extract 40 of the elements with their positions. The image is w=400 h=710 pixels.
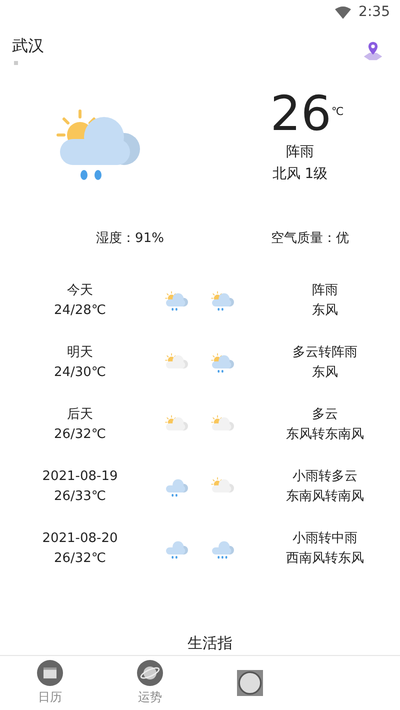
nav-tab[interactable]: 日历 bbox=[0, 656, 100, 710]
section-title: 生活指 bbox=[188, 634, 232, 652]
map-pin-icon[interactable] bbox=[362, 40, 384, 62]
nav-tab[interactable]: 运势 bbox=[100, 656, 200, 710]
sun-cloud-rain-icon bbox=[209, 352, 237, 374]
forecast-day: 2021-08-19 bbox=[42, 467, 118, 487]
forecast-temperature: 24/28℃ bbox=[54, 302, 106, 320]
air-quality-label: 空气质量：优 bbox=[270, 230, 350, 247]
wifi-icon bbox=[334, 6, 351, 18]
forecast-temperature: 26/33℃ bbox=[54, 488, 106, 506]
forecast-wind: 西南风转东风 bbox=[286, 550, 364, 568]
planet-icon bbox=[137, 660, 163, 686]
forecast-condition: 阵雨 bbox=[312, 282, 338, 300]
forecast-day: 明天 bbox=[67, 343, 93, 363]
wind-info: 北风 1级 bbox=[272, 165, 328, 184]
forecast-condition: 小雨转中雨 bbox=[292, 530, 358, 548]
page-indicator bbox=[14, 61, 18, 65]
forecast-wind: 东风转东南风 bbox=[286, 426, 364, 444]
humidity-label: 湿度：91% bbox=[95, 230, 165, 247]
forecast-wind: 东风 bbox=[312, 302, 338, 320]
forecast-temperature: 26/32℃ bbox=[54, 426, 106, 444]
sun-cloud-rain-icon bbox=[209, 290, 237, 312]
clock-time: 2:35 bbox=[358, 4, 390, 20]
weather-condition: 阵雨 bbox=[286, 143, 314, 162]
forecast-condition: 小雨转多云 bbox=[292, 468, 358, 486]
forecast-condition: 多云转阵雨 bbox=[292, 344, 358, 362]
clock-icon bbox=[237, 670, 263, 696]
forecast-condition: 多云 bbox=[312, 406, 338, 424]
sun-cloud-rain-icon bbox=[163, 290, 191, 312]
city-name: 武汉 bbox=[12, 36, 44, 57]
calendar-icon bbox=[37, 660, 63, 686]
forecast-day: 今天 bbox=[67, 281, 93, 301]
forecast-wind: 东南风转南风 bbox=[286, 488, 364, 506]
temperature-unit: ℃ bbox=[331, 105, 344, 118]
forecast-day: 2021-08-20 bbox=[42, 529, 118, 549]
temperature: 26 bbox=[270, 87, 332, 141]
forecast-wind: 东风 bbox=[312, 364, 338, 382]
forecast-temperature: 26/32℃ bbox=[54, 550, 106, 568]
forecast-day: 后天 bbox=[67, 405, 93, 425]
forecast-temperature: 24/30℃ bbox=[54, 364, 106, 382]
